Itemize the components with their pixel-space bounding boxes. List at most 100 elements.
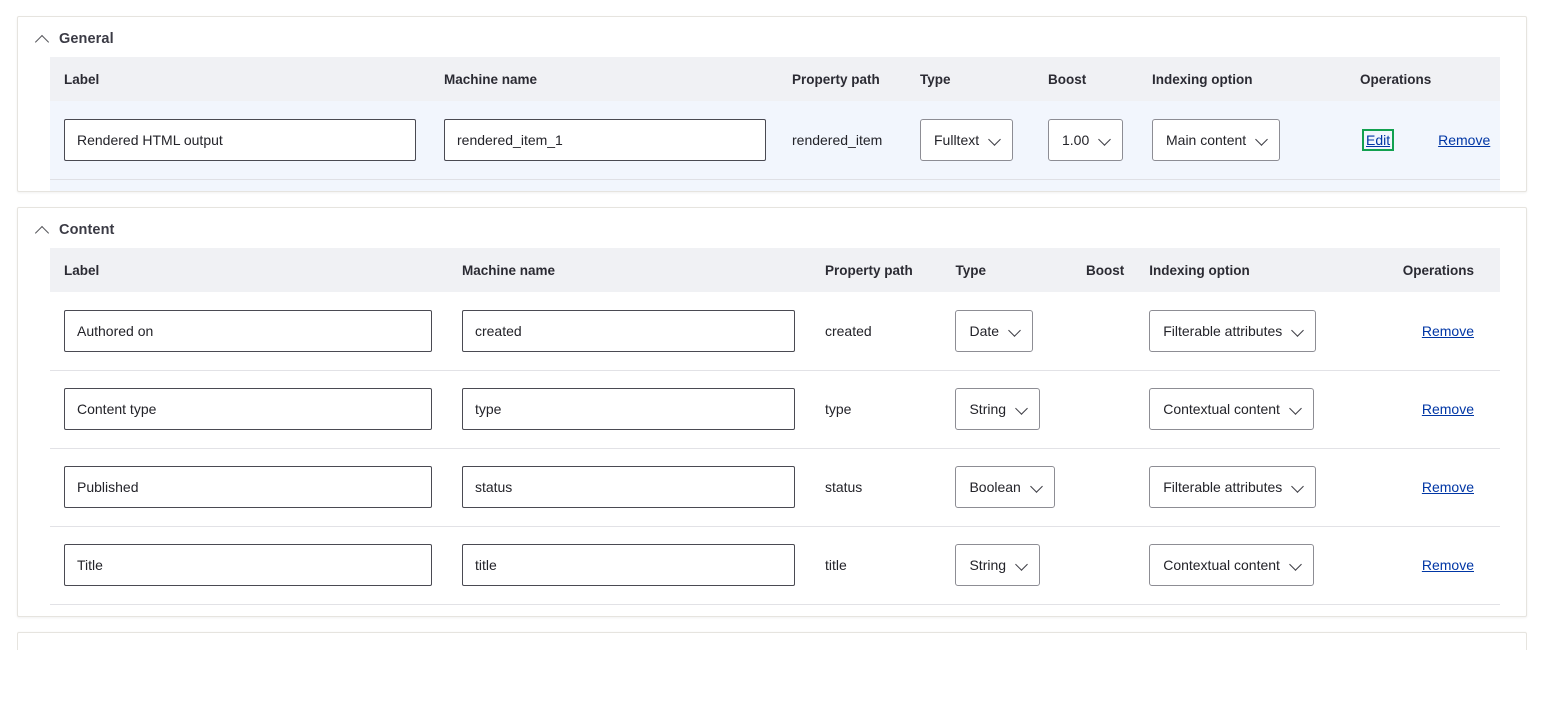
indexing-option-select-value: Main content <box>1166 131 1247 148</box>
cell-property-path: type <box>824 370 956 449</box>
column-header-boost: Boost <box>1048 57 1152 101</box>
chevron-down-icon <box>1290 559 1302 571</box>
cell-label <box>50 448 462 527</box>
chevron-down-icon <box>1016 559 1028 571</box>
indexing-option-select[interactable]: Main content <box>1152 118 1281 161</box>
chevron-down-icon <box>1099 134 1111 146</box>
edit-link[interactable]: Edit <box>1366 132 1390 148</box>
table-header-row: Label Machine name Property path Type Bo… <box>50 57 1500 101</box>
cell-operations: Remove <box>1381 448 1500 527</box>
cell-indexing-option: Contextual content <box>1149 526 1382 605</box>
panel-next-partial <box>17 632 1527 650</box>
cell-type: Boolean <box>955 448 1086 527</box>
indexing-option-select[interactable]: Filterable attributes <box>1149 466 1317 508</box>
type-select[interactable]: Boolean <box>955 466 1055 508</box>
table-spacer <box>50 604 1500 616</box>
remove-link[interactable]: Remove <box>1422 479 1474 495</box>
indexing-option-select[interactable]: Contextual content <box>1149 544 1314 586</box>
cell-label <box>50 526 462 605</box>
column-header-indexing-option: Indexing option <box>1149 248 1382 292</box>
column-header-machine-name: Machine name <box>461 248 825 292</box>
chevron-up-icon[interactable] <box>36 224 49 237</box>
panel-content: Content Label Machine name Property path… <box>17 207 1527 617</box>
chevron-down-icon <box>1256 134 1268 146</box>
chevron-down-icon <box>1292 481 1304 493</box>
label-input[interactable] <box>64 466 432 508</box>
chevron-down-icon <box>1292 325 1304 337</box>
column-header-machine-name: Machine name <box>444 57 792 101</box>
machine-name-input[interactable] <box>461 544 795 586</box>
type-select[interactable]: String <box>955 388 1041 430</box>
panel-general-body: Label Machine name Property path Type Bo… <box>18 57 1526 191</box>
type-select[interactable]: Date <box>955 309 1034 352</box>
settings-page: General Label Machine name Property path… <box>0 0 1544 715</box>
label-input[interactable] <box>64 309 432 352</box>
remove-link[interactable]: Remove <box>1438 132 1490 148</box>
chevron-up-icon[interactable] <box>36 33 49 46</box>
cell-label <box>50 370 462 449</box>
cell-type: Fulltext <box>920 101 1048 180</box>
machine-name-input[interactable] <box>461 388 795 430</box>
label-input[interactable] <box>64 118 416 161</box>
fields-table-content: Label Machine name Property path Type Bo… <box>50 248 1500 616</box>
cell-operations: Edit Remove <box>1360 101 1500 180</box>
panel-content-title: Content <box>59 222 115 238</box>
chevron-down-icon <box>1009 325 1021 337</box>
chevron-down-icon <box>989 134 1001 146</box>
cell-indexing-option: Filterable attributes <box>1149 292 1382 371</box>
column-header-indexing-option: Indexing option <box>1152 57 1360 101</box>
cell-machine-name <box>461 448 825 527</box>
label-input[interactable] <box>64 388 432 430</box>
type-select-value: Boolean <box>969 479 1021 495</box>
table-spacer <box>50 179 1500 191</box>
cell-boost <box>1085 292 1150 371</box>
label-input[interactable] <box>64 544 432 586</box>
cell-type: Date <box>955 292 1086 371</box>
fields-table-general: Label Machine name Property path Type Bo… <box>50 57 1500 191</box>
column-header-property-path: Property path <box>824 248 956 292</box>
type-select-value: Date <box>969 322 1000 339</box>
boost-select-value: 1.00 <box>1062 131 1090 148</box>
type-select[interactable]: String <box>955 544 1041 586</box>
table-row: rendered_item Fulltext 1.00 <box>50 101 1500 180</box>
type-select[interactable]: Fulltext <box>920 118 1014 161</box>
cell-boost <box>1085 526 1150 605</box>
column-header-operations: Operations <box>1381 248 1500 292</box>
chevron-down-icon <box>1031 481 1043 493</box>
panel-general-header[interactable]: General <box>18 17 1526 57</box>
boost-select[interactable]: 1.00 <box>1048 118 1124 161</box>
remove-link[interactable]: Remove <box>1422 323 1474 339</box>
column-header-type: Type <box>920 57 1048 101</box>
indexing-option-select-value: Filterable attributes <box>1163 322 1283 339</box>
remove-link[interactable]: Remove <box>1422 401 1474 417</box>
cell-machine-name <box>461 526 825 605</box>
cell-operations: Remove <box>1381 526 1500 605</box>
indexing-option-select-value: Contextual content <box>1163 557 1280 573</box>
panel-content-header[interactable]: Content <box>18 208 1526 248</box>
table-row: type String Contextual content <box>50 370 1500 449</box>
cell-property-path: title <box>824 526 956 605</box>
cell-indexing-option: Filterable attributes <box>1149 448 1382 527</box>
remove-link[interactable]: Remove <box>1422 557 1474 573</box>
indexing-option-select-value: Contextual content <box>1163 401 1280 417</box>
cell-property-path: status <box>824 448 956 527</box>
panel-general-title: General <box>59 31 114 47</box>
type-select-value: String <box>969 557 1007 573</box>
panel-general: General Label Machine name Property path… <box>17 16 1527 192</box>
type-select-value: String <box>969 401 1007 417</box>
cell-label <box>50 101 444 180</box>
column-header-operations: Operations <box>1360 57 1500 101</box>
column-header-boost: Boost <box>1085 248 1150 292</box>
cell-boost <box>1085 370 1150 449</box>
indexing-option-select[interactable]: Contextual content <box>1149 388 1314 430</box>
machine-name-input[interactable] <box>461 466 795 508</box>
cell-label <box>50 292 462 371</box>
cell-machine-name <box>461 292 825 371</box>
machine-name-input[interactable] <box>444 118 766 161</box>
cell-boost <box>1085 448 1150 527</box>
cell-machine-name <box>461 370 825 449</box>
cell-type: String <box>955 526 1086 605</box>
machine-name-input[interactable] <box>461 309 795 352</box>
indexing-option-select[interactable]: Filterable attributes <box>1149 309 1317 352</box>
column-header-label: Label <box>50 57 444 101</box>
